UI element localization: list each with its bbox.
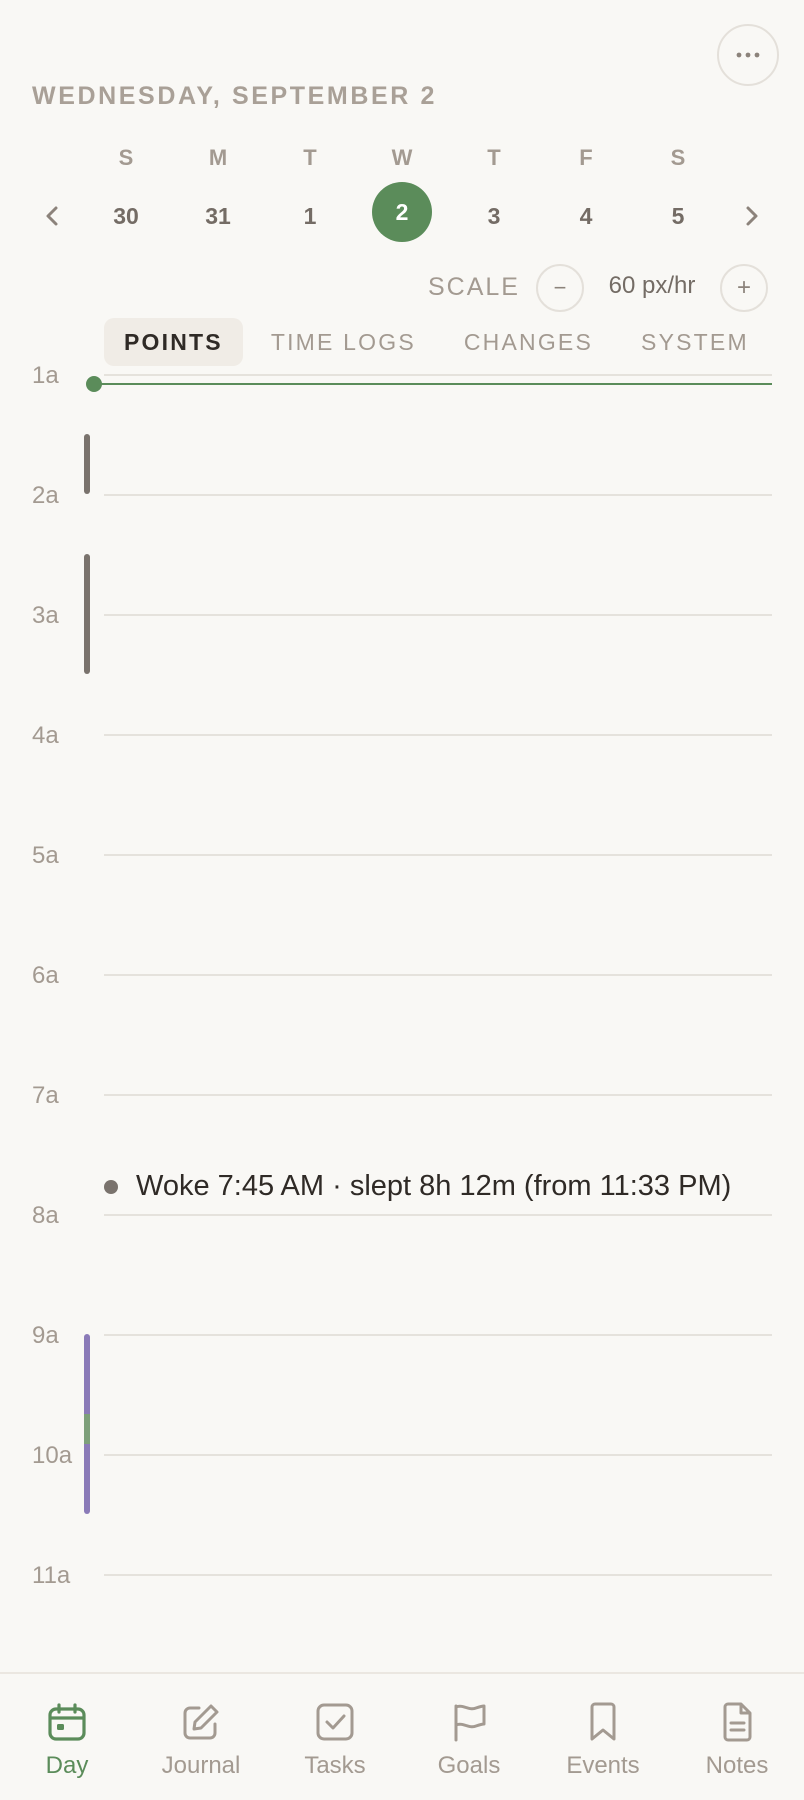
nav-notes[interactable]: Notes	[672, 1674, 802, 1800]
hour-label-8a: 8a	[32, 1202, 59, 1229]
activity-bar-purple[interactable]	[84, 1334, 90, 1414]
tab-changes[interactable]: CHANGES	[444, 318, 613, 366]
hour-line	[104, 614, 772, 616]
hour-line	[104, 494, 772, 496]
hour-label-6a: 6a	[32, 962, 59, 989]
calendar-icon	[48, 1703, 86, 1741]
day-3[interactable]: 3	[459, 196, 529, 236]
hour-label-10a: 10a	[32, 1442, 73, 1469]
view-tabs: POINTS TIME LOGS CHANGES SYSTEM	[104, 318, 769, 366]
date-heading: WEDNESDAY, SEPTEMBER 2	[32, 82, 437, 110]
current-time-dot	[86, 376, 102, 392]
minus-icon: −	[553, 275, 567, 300]
nav-goals-label: Goals	[437, 1752, 501, 1779]
nav-notes-label: Notes	[705, 1752, 769, 1779]
hour-label-3a: 3a	[32, 602, 59, 629]
weekday-sat: S	[670, 145, 686, 170]
hour-line	[104, 1454, 772, 1456]
hour-line	[104, 374, 772, 376]
chevron-right-icon	[746, 206, 758, 226]
hour-label-4a: 4a	[32, 722, 59, 749]
scale-decrease-button[interactable]: −	[536, 264, 584, 312]
activity-bar-green[interactable]	[84, 1414, 90, 1444]
weekday-tue: T	[303, 145, 317, 170]
nav-events[interactable]: Events	[538, 1674, 668, 1800]
hour-label-5a: 5a	[32, 842, 59, 869]
activity-bar[interactable]	[84, 554, 90, 674]
day-screen: WEDNESDAY, SEPTEMBER 2 S M T W T F S 30 …	[0, 0, 804, 1800]
next-week-button[interactable]	[732, 196, 772, 236]
nav-tasks-label: Tasks	[304, 1752, 366, 1779]
edit-icon	[183, 1704, 219, 1740]
activity-bar[interactable]	[84, 434, 90, 494]
tab-system[interactable]: SYSTEM	[621, 318, 769, 366]
more-horizontal-icon	[736, 52, 760, 58]
hour-line	[104, 1334, 772, 1336]
plus-icon: +	[736, 274, 751, 301]
hour-label-11a: 11a	[32, 1562, 71, 1589]
hour-line	[104, 974, 772, 976]
scale-increase-button[interactable]: +	[720, 264, 768, 312]
hour-line	[104, 1574, 772, 1576]
day-5[interactable]: 5	[643, 196, 713, 236]
hour-label-2a: 2a	[32, 482, 59, 509]
weekday-fri: F	[579, 145, 593, 170]
nav-day-label: Day	[45, 1752, 89, 1779]
activity-bar-purple[interactable]	[84, 1444, 90, 1514]
timeline[interactable]: 1a 2a 3a 4a 5a 6a 7a 8a 9a 10a 11a Woke …	[0, 360, 804, 1660]
day-30[interactable]: 30	[91, 196, 161, 236]
chevron-left-icon	[46, 206, 58, 226]
nav-tasks[interactable]: Tasks	[270, 1674, 400, 1800]
weekday-wed: W	[391, 145, 413, 170]
hour-label-7a: 7a	[32, 1082, 59, 1109]
weekday-sun: S	[118, 145, 134, 170]
nav-goals[interactable]: Goals	[404, 1674, 534, 1800]
nav-events-label: Events	[566, 1752, 640, 1779]
week-strip: S M T W T F S 30 31 1 2 3 4 5	[0, 140, 804, 250]
document-icon	[723, 1702, 752, 1742]
more-button[interactable]	[717, 24, 779, 86]
hour-line	[104, 854, 772, 856]
bottom-nav: Day Journal Tasks Goals Events Notes	[0, 1672, 804, 1800]
day-31[interactable]: 31	[183, 196, 253, 236]
wake-event[interactable]: Woke 7:45 AM · slept 8h 12m (from 11:33 …	[104, 1170, 731, 1203]
nav-journal-label: Journal	[161, 1752, 241, 1779]
checkbox-icon	[316, 1703, 354, 1741]
tab-points[interactable]: POINTS	[104, 318, 243, 366]
wake-event-text: Woke 7:45 AM · slept 8h 12m (from 11:33 …	[136, 1170, 732, 1202]
day-2-selected[interactable]: 2	[372, 182, 432, 242]
hour-label-1a: 1a	[32, 362, 59, 389]
weekday-mon: M	[208, 145, 228, 170]
flag-icon	[454, 1704, 486, 1742]
hour-line	[104, 1214, 772, 1216]
hour-line	[104, 1094, 772, 1096]
event-dot	[104, 1179, 118, 1194]
hour-label-9a: 9a	[32, 1322, 59, 1349]
nav-journal[interactable]: Journal	[136, 1674, 266, 1800]
tab-time-logs[interactable]: TIME LOGS	[251, 318, 436, 366]
bookmark-icon	[590, 1702, 616, 1741]
scale-label: SCALE	[428, 273, 520, 301]
day-4[interactable]: 4	[551, 196, 621, 236]
prev-week-button[interactable]	[32, 196, 72, 236]
weekday-thu: T	[487, 145, 501, 170]
nav-day[interactable]: Day	[2, 1674, 132, 1800]
day-1[interactable]: 1	[275, 196, 345, 236]
scale-value: 60 px/hr	[608, 272, 696, 299]
hour-line	[104, 734, 772, 736]
current-time-line	[94, 383, 772, 385]
